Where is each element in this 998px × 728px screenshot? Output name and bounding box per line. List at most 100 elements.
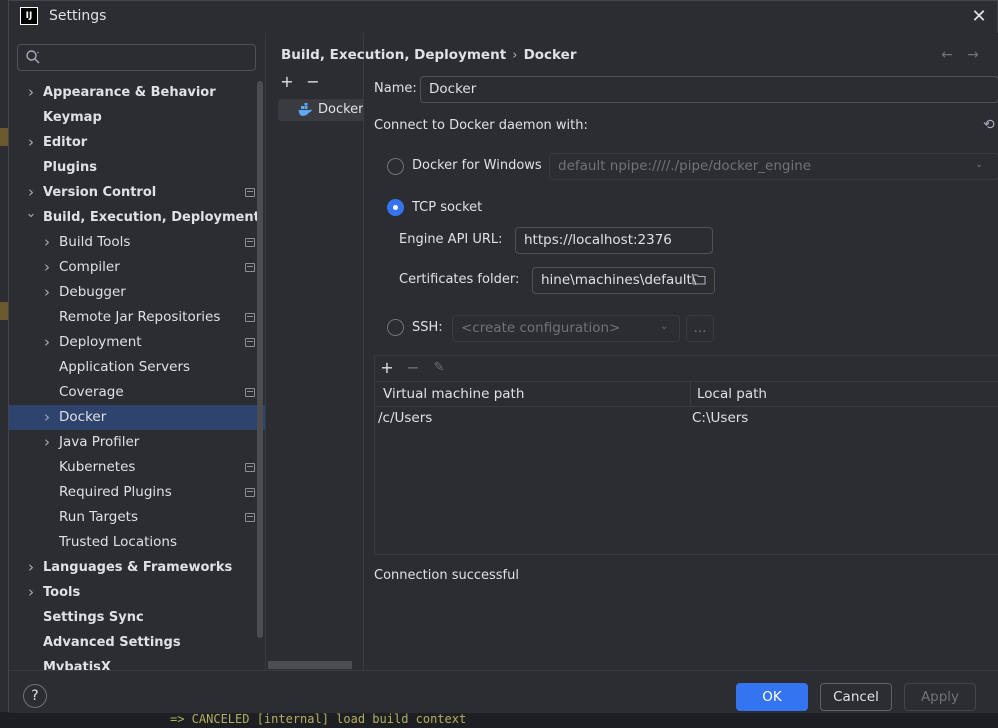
breadcrumb: Build, Execution, Deployment › Docker [281, 47, 576, 67]
edit-mapping-button[interactable]: ✎ [430, 359, 448, 377]
background-console-text: => CANCELED [internal] load build contex… [170, 712, 467, 726]
docker-for-windows-field: default npipe:////./pipe/docker_engine [549, 153, 998, 180]
tree-item-mybatisx[interactable]: MybatisX [9, 655, 265, 670]
help-button[interactable]: ? [23, 684, 47, 708]
chevron-right-icon[interactable]: › [25, 130, 37, 155]
tree-item-tools[interactable]: › Tools [9, 580, 265, 605]
connection-item-docker[interactable]: Docker [278, 99, 364, 121]
chevron-right-icon[interactable]: › [41, 230, 53, 255]
breadcrumb-parent[interactable]: Build, Execution, Deployment [281, 47, 506, 63]
tree-item-label: Required Plugins [59, 484, 172, 500]
tree-item-kubernetes[interactable]: Kubernetes [9, 455, 265, 480]
add-mapping-button[interactable]: + [378, 359, 396, 377]
project-scope-icon [245, 263, 255, 272]
project-scope-icon [245, 313, 255, 322]
app-logo-icon: IJ [20, 7, 38, 25]
tree-item-plugins[interactable]: Plugins [9, 155, 265, 180]
ok-button[interactable]: OK [736, 683, 808, 711]
dialog-button-bar: ? OK Cancel Apply [9, 670, 998, 713]
tree-item-docker[interactable]: › Docker [9, 405, 265, 430]
connections-hscrollbar[interactable] [268, 661, 352, 669]
connect-label: Connect to Docker daemon with: [374, 118, 588, 133]
name-label: Name: [374, 81, 417, 96]
tree-item-label: Tools [43, 585, 81, 600]
project-scope-icon [245, 388, 255, 397]
settings-tree-panel: › Appearance & Behavior Keymap › Editor Plugi… [9, 33, 265, 670]
tree-item-debugger[interactable]: › Debugger [9, 280, 265, 305]
chevron-right-icon[interactable]: › [25, 80, 37, 105]
close-button[interactable]: ✕ [969, 7, 989, 27]
tree-item-build-tools[interactable]: › Build Tools [9, 230, 265, 255]
chevron-right-icon[interactable]: › [25, 580, 37, 605]
chevron-right-icon[interactable]: › [41, 280, 53, 305]
reset-icon[interactable]: ⟲ [983, 117, 995, 133]
tree-item-remote-jar-repositories[interactable]: Remote Jar Repositories [9, 305, 265, 330]
tree-item-deployment[interactable]: › Deployment [9, 330, 265, 355]
search-box[interactable] [17, 44, 256, 71]
cancel-button[interactable]: Cancel [820, 683, 892, 711]
tree-item-run-targets[interactable]: Run Targets [9, 505, 265, 530]
connection-label: Docker [318, 102, 364, 117]
tree-scrollbar[interactable] [257, 81, 263, 638]
tree-item-label: Debugger [59, 284, 126, 300]
remove-mapping-button[interactable]: − [404, 359, 422, 377]
table-row[interactable]: /c/Users C:\Users [375, 407, 998, 429]
tcp-socket-radio[interactable] [387, 199, 404, 216]
tree-item-languages-frameworks[interactable]: › Languages & Frameworks [9, 555, 265, 580]
chevron-down-icon[interactable]: ⌄ [25, 201, 37, 226]
tree-item-java-profiler[interactable]: › Java Profiler [9, 430, 265, 455]
tree-item-appearance-behavior[interactable]: › Appearance & Behavior [9, 80, 265, 105]
tree-item-version-control[interactable]: › Version Control [9, 180, 265, 205]
certificates-folder-field[interactable]: hine\machines\default\ [532, 267, 715, 294]
project-scope-icon [245, 463, 255, 472]
chevron-right-icon[interactable]: › [25, 555, 37, 580]
chevron-right-icon[interactable]: › [41, 330, 53, 355]
docker-for-windows-label: Docker for Windows [412, 158, 542, 173]
folder-browse-button[interactable] [692, 273, 706, 289]
ssh-label: SSH: [412, 320, 443, 335]
tree-item-application-servers[interactable]: Application Servers [9, 355, 265, 380]
tree-item-label: Appearance & Behavior [43, 85, 216, 100]
background-ide-marker [0, 128, 8, 146]
arrow-right-icon: → [967, 47, 979, 63]
name-field[interactable]: Docker [420, 76, 998, 103]
apply-button[interactable]: Apply [904, 683, 976, 711]
breadcrumb-separator: › [512, 47, 518, 63]
tree-item-keymap[interactable]: Keymap [9, 105, 265, 130]
tree-item-compiler[interactable]: › Compiler [9, 255, 265, 280]
project-scope-icon [245, 188, 255, 197]
add-connection-button[interactable]: + [278, 73, 296, 91]
chevron-right-icon[interactable]: › [41, 255, 53, 280]
minus-icon: − [306, 72, 320, 91]
tree-item-label: Kubernetes [59, 459, 136, 475]
docker-for-windows-radio[interactable] [387, 158, 404, 175]
tree-item-settings-sync[interactable]: Settings Sync [9, 605, 265, 630]
background-ide-console [0, 712, 998, 728]
tree-item-label: Settings Sync [43, 610, 144, 625]
tree-item-label: Java Profiler [59, 434, 140, 450]
tree-item-label: Coverage [59, 384, 124, 400]
docker-icon [298, 103, 312, 116]
tree-item-label: Advanced Settings [43, 635, 181, 650]
search-input[interactable] [46, 48, 246, 67]
project-scope-icon [245, 238, 255, 247]
column-header-local-path[interactable]: Local path [697, 382, 767, 407]
tree-item-build-execution-deployment[interactable]: ⌄ Build, Execution, Deployment [9, 205, 265, 230]
tree-item-required-plugins[interactable]: Required Plugins [9, 480, 265, 505]
ssh-radio[interactable] [387, 319, 404, 336]
tree-item-label: MybatisX [43, 660, 111, 670]
tree-item-advanced-settings[interactable]: Advanced Settings [9, 630, 265, 655]
forward-button[interactable]: → [963, 45, 983, 65]
column-divider[interactable] [690, 382, 691, 407]
remove-connection-button[interactable]: − [304, 73, 322, 91]
back-button[interactable]: ← [937, 45, 957, 65]
tree-item-coverage[interactable]: Coverage [9, 380, 265, 405]
column-header-vm-path[interactable]: Virtual machine path [383, 382, 524, 407]
chevron-right-icon[interactable]: › [41, 430, 53, 455]
chevron-right-icon[interactable]: › [41, 405, 53, 430]
tree-item-label: Run Targets [59, 509, 138, 525]
tree-item-trusted-locations[interactable]: Trusted Locations [9, 530, 265, 555]
engine-api-url-field[interactable]: https://localhost:2376 [515, 227, 713, 254]
project-scope-icon [245, 488, 255, 497]
tree-item-editor[interactable]: › Editor [9, 130, 265, 155]
